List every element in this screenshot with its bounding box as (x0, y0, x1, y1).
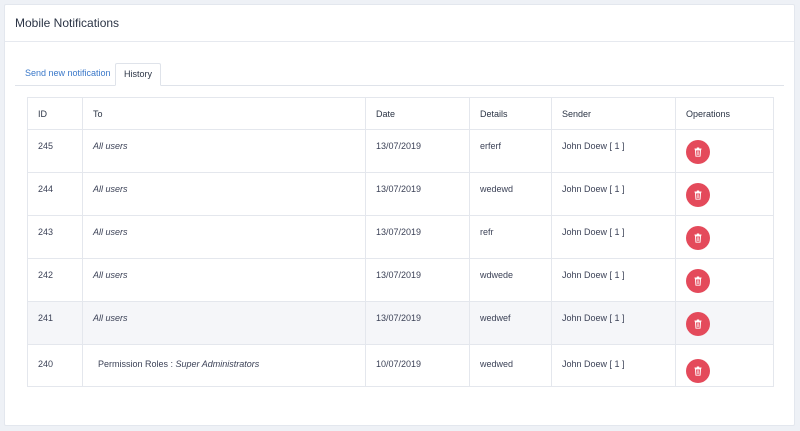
role-name: Super Administrators (175, 359, 260, 369)
cell-id: 245 (27, 129, 83, 173)
trash-icon (694, 190, 702, 200)
cell-date: 13/07/2019 (365, 129, 470, 173)
cell-to: All users (82, 258, 366, 302)
history-table: ID To Date Details Sender Operations 245… (27, 97, 774, 387)
permission-roles-label: Permission Roles : (98, 359, 176, 369)
cell-to: All users (82, 301, 366, 345)
cell-date: 13/07/2019 (365, 258, 470, 302)
cell-id: 241 (27, 301, 83, 345)
cell-sender: John Doew [ 1 ] (551, 172, 676, 216)
cell-details: wedewd (469, 172, 552, 216)
cell-sender: John Doew [ 1 ] (551, 129, 676, 173)
cell-to: All users (82, 129, 366, 173)
cell-date: 13/07/2019 (365, 215, 470, 259)
trash-icon (694, 366, 702, 376)
column-header-date: Date (365, 97, 470, 130)
cell-id: 243 (27, 215, 83, 259)
cell-to: All users (82, 172, 366, 216)
cell-details: wedwef (469, 301, 552, 345)
cell-operations (675, 129, 774, 173)
column-header-operations: Operations (675, 97, 774, 130)
cell-operations (675, 215, 774, 259)
cell-operations (675, 301, 774, 345)
table-header-row: ID To Date Details Sender Operations (27, 97, 774, 130)
table-row: 244 All users 13/07/2019 wedewd John Doe… (27, 172, 774, 216)
column-header-to: To (82, 97, 366, 130)
tab-history[interactable]: History (115, 63, 161, 86)
tab-send-new-notification[interactable]: Send new notification (25, 63, 111, 85)
cell-date: 13/07/2019 (365, 172, 470, 216)
cell-id: 242 (27, 258, 83, 302)
page-title: Mobile Notifications (15, 16, 120, 30)
cell-to: Permission Roles : Super Administrators (82, 344, 366, 387)
cell-sender: John Doew [ 1 ] (551, 215, 676, 259)
delete-button[interactable] (686, 226, 710, 250)
cell-sender: John Doew [ 1 ] (551, 301, 676, 345)
table-row: 242 All users 13/07/2019 wdwede John Doe… (27, 258, 774, 302)
delete-button[interactable] (686, 269, 710, 293)
table-row: 243 All users 13/07/2019 refr John Doew … (27, 215, 774, 259)
cell-details: erferf (469, 129, 552, 173)
history-table-wrapper: ID To Date Details Sender Operations 245… (27, 97, 774, 387)
cell-operations (675, 344, 774, 387)
delete-button[interactable] (686, 312, 710, 336)
cell-to: All users (82, 215, 366, 259)
cell-date: 13/07/2019 (365, 301, 470, 345)
delete-button[interactable] (686, 140, 710, 164)
trash-icon (694, 319, 702, 329)
table-row: 241 All users 13/07/2019 wedwef John Doe… (27, 301, 774, 345)
cell-operations (675, 172, 774, 216)
column-header-details: Details (469, 97, 552, 130)
delete-button[interactable] (686, 359, 710, 383)
cell-details: wdwede (469, 258, 552, 302)
cell-id: 240 (27, 344, 83, 387)
cell-details: refr (469, 215, 552, 259)
cell-details: wedwed (469, 344, 552, 387)
table-row: 240 Permission Roles : Super Administrat… (27, 344, 774, 387)
notifications-panel: Mobile Notifications Send new notificati… (4, 4, 795, 426)
trash-icon (694, 276, 702, 286)
cell-sender: John Doew [ 1 ] (551, 258, 676, 302)
trash-icon (694, 147, 702, 157)
column-header-id: ID (27, 97, 83, 130)
delete-button[interactable] (686, 183, 710, 207)
cell-sender: John Doew [ 1 ] (551, 344, 676, 387)
table-row: 245 All users 13/07/2019 erferf John Doe… (27, 129, 774, 173)
column-header-sender: Sender (551, 97, 676, 130)
cell-id: 244 (27, 172, 83, 216)
cell-date: 10/07/2019 (365, 344, 470, 387)
tab-bar: Send new notification History (15, 63, 784, 86)
trash-icon (694, 233, 702, 243)
cell-operations (675, 258, 774, 302)
panel-header: Mobile Notifications (5, 5, 794, 42)
